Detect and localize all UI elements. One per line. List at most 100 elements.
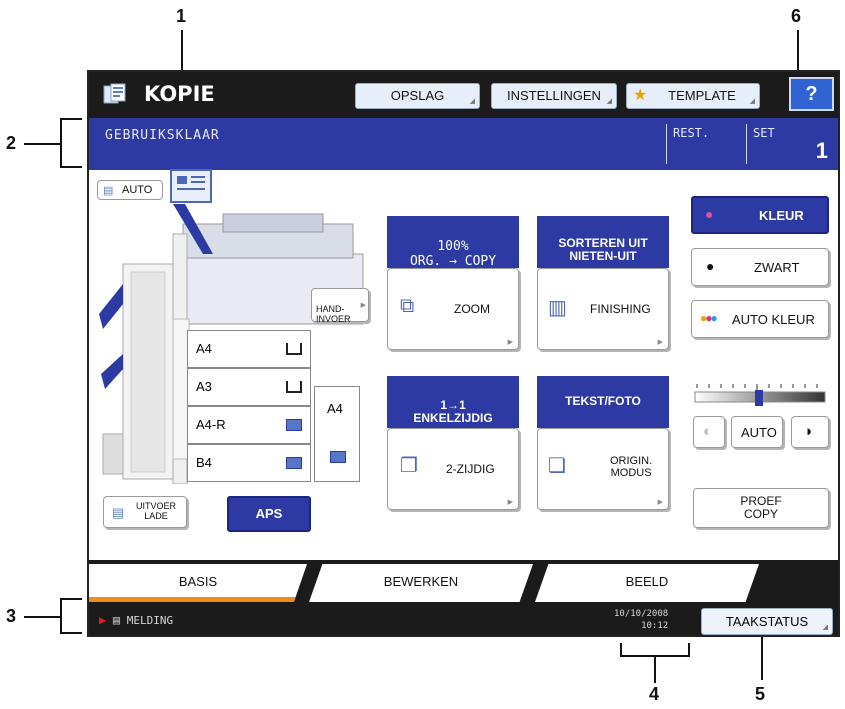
kleur-label: KLEUR bbox=[759, 208, 804, 223]
date-time: 10/10/2008 10:12 bbox=[614, 608, 668, 632]
callout-3-bracket-bottom bbox=[60, 632, 82, 634]
melding-area[interactable]: ▶ ▤ MELDING bbox=[99, 613, 173, 627]
bypass-tray-size: A4 bbox=[327, 401, 343, 416]
copier-screen: KOPIE OPSLAG ◢ INSTELLINGEN ◢ ★ TEMPLATE… bbox=[87, 70, 840, 637]
auto-paper-indicator: ▤ AUTO bbox=[97, 180, 163, 200]
paper-tray-icon bbox=[286, 457, 302, 469]
density-scale[interactable] bbox=[693, 382, 829, 408]
zoom-button[interactable]: ⧉ ZOOM ▶ bbox=[387, 268, 519, 350]
tab-beeld[interactable]: BEELD bbox=[535, 564, 759, 602]
black-dots-icon: ● bbox=[706, 258, 715, 274]
taakstatus-button[interactable]: TAAKSTATUS ◢ bbox=[701, 608, 833, 635]
callout-3: 3 bbox=[6, 606, 17, 626]
zwart-label: ZWART bbox=[754, 260, 800, 275]
document-preview-icon bbox=[170, 169, 212, 203]
duplex-icon: ❐ bbox=[400, 455, 418, 477]
tray-4-size: B4 bbox=[196, 455, 212, 470]
tab-basis[interactable]: BASIS bbox=[89, 564, 307, 602]
tray-2-size: A3 bbox=[196, 379, 212, 394]
taakstatus-label: TAAKSTATUS bbox=[725, 614, 809, 629]
zwart-button[interactable]: ● ZWART bbox=[691, 248, 829, 286]
bypass-tray[interactable]: A4 bbox=[314, 386, 360, 482]
callout-4-bracket-left bbox=[620, 643, 622, 657]
tab-beeld-label: BEELD bbox=[625, 574, 669, 589]
triangle-icon: ◢ bbox=[822, 624, 828, 631]
time: 10:12 bbox=[641, 621, 669, 631]
triangle-icon: ◢ bbox=[749, 98, 755, 105]
duplex-button[interactable]: ❐ 2-ZIJDIG ▶ bbox=[387, 428, 519, 510]
tray-3[interactable]: A4-R bbox=[187, 406, 311, 444]
rest-box: REST. bbox=[666, 124, 709, 164]
finishing-status-text: SORTEREN UIT NIETEN-UIT bbox=[558, 236, 648, 263]
lighter-icon: ◐ bbox=[703, 423, 713, 440]
message-icon: ▤ bbox=[112, 613, 121, 627]
callout-3-line bbox=[24, 616, 60, 618]
opslag-button[interactable]: OPSLAG ◢ bbox=[355, 83, 480, 109]
title-bar: KOPIE OPSLAG ◢ INSTELLINGEN ◢ ★ TEMPLATE… bbox=[89, 72, 838, 118]
callout-1: 1 bbox=[176, 6, 187, 26]
darker-button[interactable]: ◑ bbox=[791, 416, 829, 448]
main-panel: ▤ AUTO HAND- INVOER ▶ A4 A3 A4-R B4 A4 ▤… bbox=[89, 169, 838, 560]
star-icon: ★ bbox=[633, 87, 648, 104]
original-mode-button[interactable]: ❏ ORIGIN. MODUS ▶ bbox=[537, 428, 669, 510]
status-bar: GEBRUIKSKLAAR REST. SET 1 bbox=[89, 118, 838, 170]
triangle-icon: ▶ bbox=[507, 339, 513, 346]
proef-copy-button[interactable]: PROEF COPY bbox=[693, 488, 829, 528]
tray-4[interactable]: B4 bbox=[187, 444, 311, 482]
lighter-button[interactable]: ◐ bbox=[693, 416, 725, 448]
auto-kleur-button[interactable]: ●●● AUTO KLEUR bbox=[691, 300, 829, 338]
triangle-icon: ◢ bbox=[606, 98, 612, 105]
status-message: GEBRUIKSKLAAR bbox=[105, 128, 220, 143]
triangle-icon: ▶ bbox=[657, 499, 663, 506]
set-box: SET 1 bbox=[746, 124, 838, 164]
auto-kleur-label: AUTO KLEUR bbox=[732, 312, 815, 327]
aps-button[interactable]: APS bbox=[227, 496, 311, 532]
template-button[interactable]: ★ TEMPLATE ◢ bbox=[626, 83, 760, 109]
callout-3-bracket bbox=[60, 598, 62, 634]
tab-bewerken[interactable]: BEWERKEN bbox=[309, 564, 533, 602]
output-tray-icon: ▤ bbox=[112, 505, 125, 520]
template-button-label: TEMPLATE bbox=[668, 88, 736, 103]
handinvoer-button[interactable]: HAND- INVOER ▶ bbox=[311, 288, 369, 324]
original-status: TEKST/FOTO bbox=[537, 376, 669, 428]
callout-3-bracket-top bbox=[60, 598, 82, 600]
original-mode-icon: ❏ bbox=[548, 455, 566, 477]
darker-icon: ◑ bbox=[803, 423, 813, 440]
callout-2-line bbox=[24, 143, 60, 145]
duplex-status: 1→1 ENKELZIJDIG bbox=[387, 376, 519, 428]
kleur-button[interactable]: ● KLEUR bbox=[691, 196, 829, 234]
instellingen-button-label: INSTELLINGEN bbox=[507, 88, 601, 103]
tray-1[interactable]: A4 bbox=[187, 330, 311, 368]
original-status-text: TEKST/FOTO bbox=[565, 394, 641, 408]
zoom-label: ZOOM bbox=[454, 302, 490, 316]
density-ticks bbox=[694, 384, 826, 406]
handinvoer-label: HAND- INVOER bbox=[316, 304, 351, 324]
instellingen-button[interactable]: INSTELLINGEN ◢ bbox=[491, 83, 617, 109]
paper-tray-icon bbox=[330, 451, 346, 463]
triangle-icon: ▶ bbox=[657, 339, 663, 346]
duplex-status-text: 1→1 ENKELZIJDIG bbox=[413, 398, 493, 425]
callout-6: 6 bbox=[791, 6, 802, 26]
finishing-button[interactable]: ▥ FINISHING ▶ bbox=[537, 268, 669, 350]
callout-2-bracket-top bbox=[60, 118, 82, 120]
finishing-label: FINISHING bbox=[590, 302, 651, 316]
paper-tray-icon bbox=[286, 419, 302, 431]
callout-2-bracket bbox=[60, 118, 62, 168]
callout-4-bracket-right bbox=[688, 643, 690, 657]
proef-copy-label: PROEF COPY bbox=[740, 494, 782, 521]
help-button[interactable]: ? bbox=[789, 77, 834, 111]
uitvoer-lade-button[interactable]: ▤ UITVOER LADE bbox=[103, 496, 187, 528]
play-icon: ▶ bbox=[99, 613, 107, 627]
callout-2: 2 bbox=[6, 133, 17, 153]
finishing-status: SORTEREN UIT NIETEN-UIT bbox=[537, 216, 669, 268]
paper-stack-icon: ▤ bbox=[103, 185, 114, 197]
tray-2[interactable]: A3 bbox=[187, 368, 311, 406]
set-label: SET bbox=[753, 126, 775, 140]
density-auto-label: AUTO bbox=[741, 425, 777, 440]
tray-3-size: A4-R bbox=[196, 417, 226, 432]
open-tray-icon bbox=[286, 381, 302, 393]
callout-2-bracket-bottom bbox=[60, 166, 82, 168]
duplex-label: 2-ZIJDIG bbox=[446, 462, 495, 476]
auto-paper-label: AUTO bbox=[122, 184, 153, 196]
density-auto-button[interactable]: AUTO bbox=[731, 416, 783, 448]
